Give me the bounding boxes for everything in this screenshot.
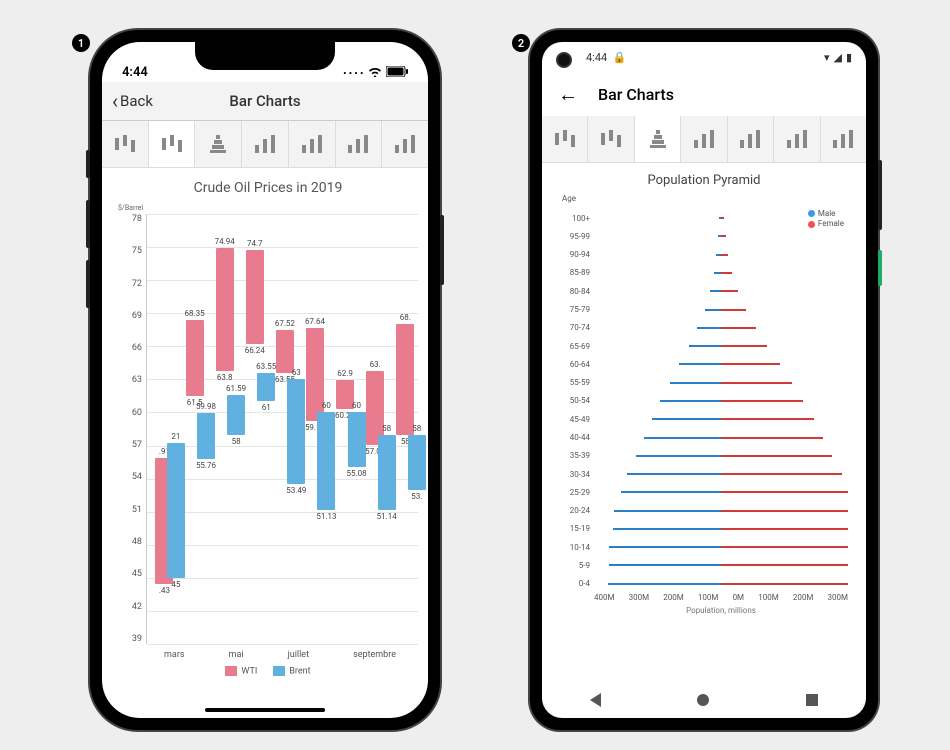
- plot-area[interactable]: .91.4368.3561.574.9463.874.766.2467.5263…: [146, 214, 418, 644]
- range-bar[interactable]: 6353.49: [287, 379, 305, 484]
- pyramid-row: 40-44: [594, 428, 848, 446]
- figure-badge-1: 1: [72, 34, 90, 52]
- chart-title: Crude Oil Prices in 2019: [118, 180, 418, 196]
- pyramid-row: 60-64: [594, 355, 848, 373]
- range-bar[interactable]: 2145: [167, 443, 185, 578]
- status-time: 4:44: [122, 65, 148, 80]
- battery-icon: [386, 66, 408, 80]
- pyramid-row: 20-24: [594, 502, 848, 520]
- android-status-bar: 4:44 🔒 ▾ ◢ ▮: [542, 42, 866, 72]
- pyramid-row: 45-49: [594, 410, 848, 428]
- chart-title: Population Pyramid: [556, 173, 852, 188]
- range-bar[interactable]: 74.766.24: [246, 250, 264, 343]
- sysnav-home-icon[interactable]: [697, 694, 709, 706]
- pyramid-row: 10-14: [594, 538, 848, 556]
- pyramid-row: 5-9: [594, 556, 848, 574]
- battery-icon: ▮: [846, 51, 852, 64]
- pyramid-row: 25-29: [594, 483, 848, 501]
- range-bar[interactable]: 74.9463.8: [216, 248, 234, 371]
- range-bar[interactable]: 5853.: [408, 435, 426, 490]
- x-axis: marsmaijuilletseptembre: [142, 644, 418, 660]
- y-axis-label: Age: [562, 194, 852, 203]
- population-pyramid-chart: Population Pyramid Age Male Female 100+9…: [542, 163, 866, 629]
- chart-tab-4[interactable]: [289, 121, 336, 167]
- sysnav-recent-icon[interactable]: [806, 694, 818, 706]
- pyramid-row: 95-99: [594, 227, 848, 245]
- chart-type-tabstrip: [102, 121, 428, 168]
- pyramid-row: 100+: [594, 209, 848, 227]
- chart-tab-1[interactable]: [149, 121, 196, 167]
- back-arrow-icon[interactable]: ←: [558, 82, 578, 107]
- chart-tab-4[interactable]: [728, 116, 774, 162]
- android-system-nav: [542, 682, 866, 718]
- chart-tab-2[interactable]: [635, 116, 681, 162]
- cellular-dots-icon: ····: [342, 67, 365, 80]
- chevron-left-icon: ‹: [112, 89, 118, 113]
- range-bar[interactable]: 5851.14: [378, 435, 396, 511]
- range-bar[interactable]: 67.5263.55: [276, 330, 294, 374]
- pyramid-row: 70-74: [594, 319, 848, 337]
- chart-tab-0[interactable]: [542, 116, 588, 162]
- pyramid-row: 30-34: [594, 465, 848, 483]
- status-time: 4:44: [586, 51, 607, 64]
- android-device-frame: 4:44 🔒 ▾ ◢ ▮ ← Bar Charts Population Pyr…: [530, 30, 878, 730]
- range-bar[interactable]: 6051.13: [317, 412, 335, 510]
- back-label: Back: [120, 92, 153, 110]
- range-bar[interactable]: 68.58: [396, 324, 414, 434]
- chart-tab-5[interactable]: [336, 121, 383, 167]
- front-camera: [556, 52, 572, 68]
- home-indicator[interactable]: [205, 708, 325, 712]
- pyramid-row: 85-89: [594, 264, 848, 282]
- chart-tab-5[interactable]: [774, 116, 820, 162]
- crude-oil-chart: Crude Oil Prices in 2019 $/Barrel 787572…: [102, 168, 428, 676]
- pyramid-row: 65-69: [594, 337, 848, 355]
- pyramid-row: 80-84: [594, 282, 848, 300]
- pyramid-row: 35-39: [594, 447, 848, 465]
- range-bar[interactable]: 63.57.05: [366, 371, 384, 445]
- wifi-icon: ▾: [824, 51, 830, 64]
- y-axis-label: $/Barrel: [118, 204, 418, 212]
- chart-legend: WTI Brent: [118, 666, 418, 676]
- pyramid-row: 15-19: [594, 520, 848, 538]
- chart-tab-2[interactable]: [195, 121, 242, 167]
- pyramid-row: 55-59: [594, 374, 848, 392]
- plot-area[interactable]: Male Female 100+95-9990-9485-8980-8475-7…: [556, 209, 852, 629]
- android-app-bar: ← Bar Charts: [542, 72, 866, 116]
- range-bar[interactable]: 68.3561.5: [186, 320, 204, 396]
- pyramid-row: 0-4: [594, 575, 848, 593]
- y-axis: 7875726966636057545148454239: [118, 214, 146, 644]
- page-title: Bar Charts: [229, 92, 300, 110]
- chart-tab-1[interactable]: [588, 116, 634, 162]
- range-bar[interactable]: 6055.08: [348, 412, 366, 466]
- chart-tab-6[interactable]: [821, 116, 866, 162]
- sysnav-back-icon[interactable]: [590, 693, 601, 707]
- chart-tab-6[interactable]: [382, 121, 428, 167]
- chart-tab-3[interactable]: [681, 116, 727, 162]
- signal-icon: ◢: [833, 51, 841, 64]
- figure-badge-2: 2: [512, 34, 530, 52]
- pyramid-row: 90-94: [594, 246, 848, 264]
- ios-nav-bar: ‹ Back Bar Charts: [102, 82, 428, 121]
- iphone-device-frame: 4:44 ···· ‹ Back Bar Charts: [90, 30, 440, 730]
- range-bar[interactable]: 59.9855.76: [197, 413, 215, 460]
- wifi-icon: [368, 66, 382, 80]
- lock-icon: 🔒: [613, 51, 627, 64]
- pyramid-row: 75-79: [594, 300, 848, 318]
- chart-tab-0[interactable]: [102, 121, 149, 167]
- back-button[interactable]: ‹ Back: [112, 89, 153, 113]
- pyramid-row: 50-54: [594, 392, 848, 410]
- range-bar[interactable]: 61.5958: [227, 395, 245, 435]
- chart-type-tabstrip: [542, 116, 866, 163]
- iphone-notch: [195, 42, 335, 70]
- chart-tab-3[interactable]: [242, 121, 289, 167]
- x-axis: 400M300M200M100M0M100M200M300M Populatio…: [594, 593, 848, 629]
- x-axis-label: Population, millions: [594, 606, 848, 615]
- range-bar[interactable]: 63.5561: [257, 373, 275, 401]
- page-title: Bar Charts: [598, 85, 674, 104]
